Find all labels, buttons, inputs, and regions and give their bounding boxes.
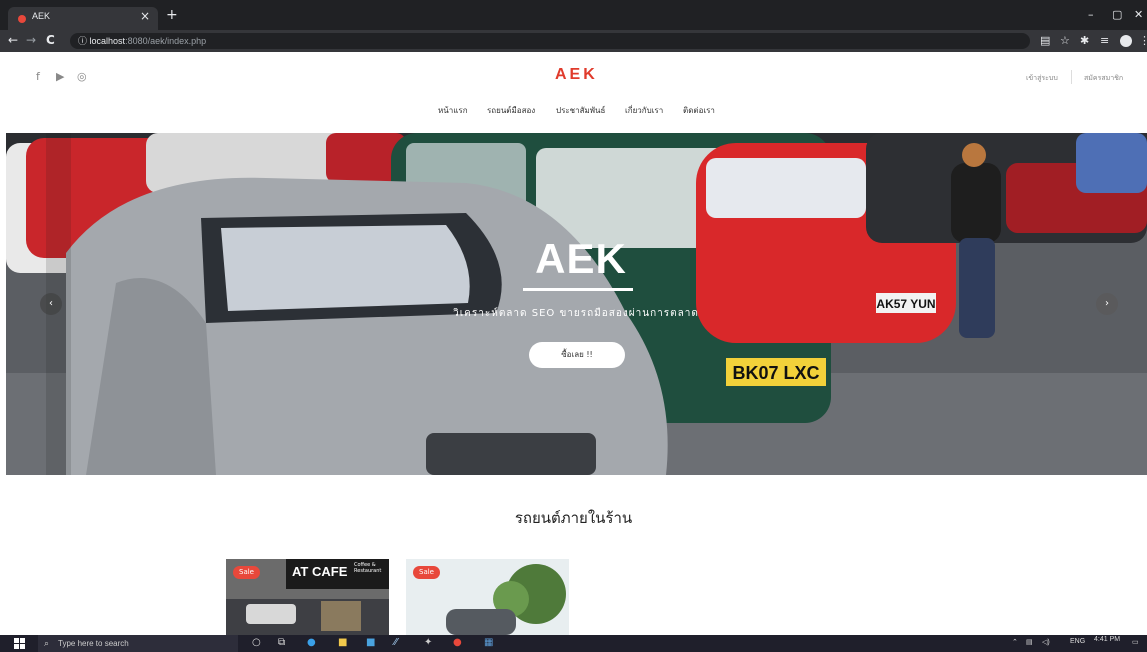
taskbar-search-placeholder: Type here to search [58, 639, 129, 648]
favicon-icon [18, 15, 26, 23]
new-tab-button[interactable]: + [166, 8, 178, 22]
cafe-sign-text: AT CAFE [292, 564, 348, 579]
task-view-icon[interactable]: ⧉ [278, 637, 285, 649]
volume-icon[interactable]: ◁) [1042, 638, 1050, 646]
forward-icon[interactable]: → [26, 33, 36, 47]
translate-icon[interactable]: ▤ [1040, 34, 1050, 47]
tray-up-icon[interactable]: ⌃ [1012, 638, 1018, 646]
nav-announcements[interactable]: ประชาสัมพันธ์ [556, 104, 605, 117]
sale-badge: Sale [233, 566, 260, 579]
svg-text:AK57 YUN: AK57 YUN [876, 297, 935, 311]
back-icon[interactable]: ← [8, 33, 18, 47]
nav-home[interactable]: หน้าแรก [438, 104, 468, 117]
vscode-icon[interactable]: ⁄⁄ [394, 637, 397, 649]
nav-about[interactable]: เกี่ยวกับเรา [625, 104, 663, 117]
app-icon-2[interactable]: ▦ [484, 637, 493, 649]
reading-list-icon[interactable]: ≡ [1100, 34, 1109, 47]
header-divider [1071, 70, 1072, 84]
edge-icon[interactable]: ● [307, 637, 316, 649]
buy-now-button[interactable]: ซื้อเลย !! [529, 342, 625, 368]
youtube-icon[interactable]: ▶ [56, 70, 64, 83]
language-indicator[interactable]: ENG [1070, 638, 1085, 645]
cafe-sign-small-text: Coffee & Restaurant [354, 562, 382, 574]
nav-used-cars[interactable]: รถยนต์มือสอง [487, 104, 535, 117]
chrome-icon[interactable]: ● [453, 637, 462, 649]
carousel-next-button[interactable]: › [1096, 293, 1118, 315]
bookmark-star-icon[interactable]: ☆ [1060, 34, 1070, 47]
maximize-button[interactable]: ▢ [1112, 8, 1122, 21]
network-icon[interactable]: ▤ [1026, 638, 1033, 646]
address-bar[interactable]: ⓘ localhost:8080/aek/index.php [70, 33, 1030, 49]
hero-subtitle: วิเคราะห์ตลาด SEO ขายรถมือสองผ่านการตลาด [453, 308, 699, 319]
cortana-icon[interactable]: ○ [252, 637, 261, 649]
instagram-icon[interactable]: ◎ [77, 70, 87, 83]
login-link[interactable]: เข้าสู่ระบบ [1026, 73, 1058, 84]
register-link[interactable]: สมัครสมาชิก [1084, 73, 1123, 84]
tab-title: AEK [32, 11, 51, 21]
notification-icon[interactable]: ▭ [1132, 638, 1139, 646]
svg-text:BK07 LXC: BK07 LXC [732, 363, 819, 383]
browser-tab-bar: AEK × + – ▢ ✕ [0, 0, 1147, 30]
hero-title: AEK [535, 235, 627, 282]
os-taskbar: ⌕ Type here to search ○ ⧉ ● ■ ■ ⁄⁄ ✦ ● ▦… [0, 635, 1147, 652]
profile-avatar-icon[interactable] [1120, 35, 1132, 47]
clock[interactable]: 4:41 PM [1094, 636, 1120, 643]
hero-divider [523, 288, 633, 291]
taskbar-search-box[interactable]: ⌕ Type here to search [38, 635, 238, 652]
file-explorer-icon[interactable]: ■ [338, 637, 347, 649]
sale-badge: Sale [413, 566, 440, 579]
app-icon[interactable]: ✦ [424, 637, 432, 649]
browser-toolbar: ← → C ⓘ localhost:8080/aek/index.php ▤ ☆… [0, 30, 1147, 52]
section-title: รถยนต์ภายในร้าน [514, 509, 633, 527]
url-path: :8080/aek/index.php [125, 36, 207, 46]
carousel-prev-button[interactable]: ‹ [40, 293, 62, 315]
nav-contact[interactable]: ติดต่อเรา [683, 104, 715, 117]
minimize-button[interactable]: – [1088, 8, 1094, 21]
reload-icon[interactable]: C [46, 33, 55, 47]
close-window-button[interactable]: ✕ [1134, 8, 1143, 21]
facebook-icon[interactable]: f [36, 70, 40, 83]
product-card[interactable]: Sale AT CAFE Coffee & Restaurant [226, 559, 389, 635]
site-logo[interactable]: AEK [555, 66, 598, 84]
extensions-icon[interactable]: ✱ [1080, 34, 1089, 47]
tab-close-button[interactable]: × [140, 9, 150, 23]
hero-background-image: BK07 LXC AK57 YUN [6, 133, 1147, 475]
hero-carousel: BK07 LXC AK57 YUN AEK วิเคราะห์ตลาด SEO … [6, 133, 1147, 475]
product-card[interactable]: Sale [406, 559, 569, 635]
browser-menu-icon[interactable]: ⋮ [1139, 34, 1147, 47]
url-host: localhost [89, 36, 126, 46]
search-icon: ⌕ [44, 638, 50, 648]
windows-start-icon[interactable] [14, 638, 25, 649]
browser-tab[interactable]: AEK × [8, 7, 158, 30]
store-icon[interactable]: ■ [366, 637, 375, 649]
site-info-icon[interactable]: ⓘ [78, 36, 87, 46]
